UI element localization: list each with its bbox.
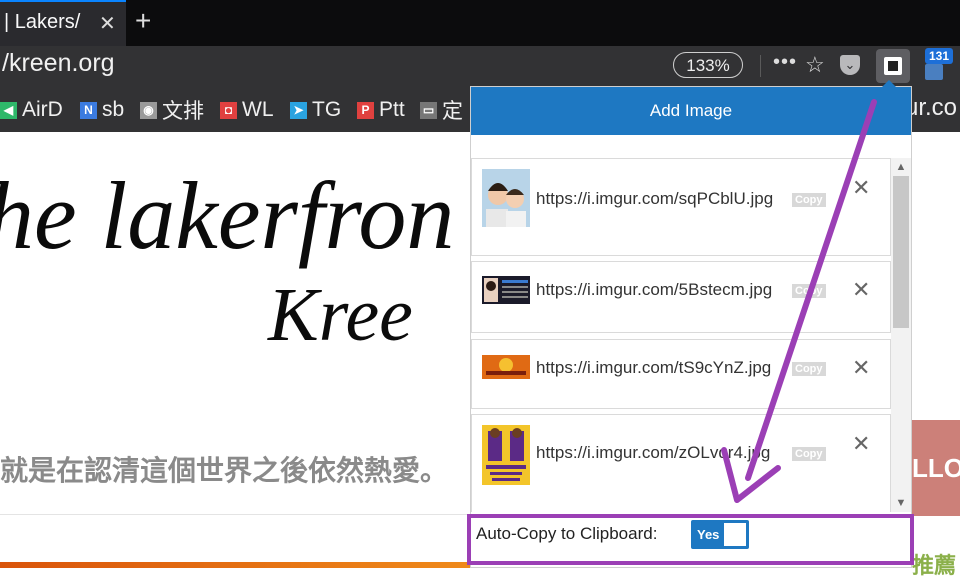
bookmark-label: Ptt [379,98,405,121]
image-extension-icon-inner [888,61,898,71]
url-bar[interactable]: /kreen.org [2,49,115,78]
scroll-up-icon[interactable]: ▲ [891,158,911,176]
extension-icon[interactable] [925,64,943,80]
auto-copy-toggle-label: Yes [697,527,720,542]
image-thumbnail [482,355,530,379]
bookmark-label: sb [102,98,125,121]
bookmark-item[interactable]: ➤ TG [290,96,341,124]
follow-text: LLOW [912,453,960,483]
follow-button[interactable]: LLOW [912,420,960,516]
scroll-down-icon[interactable]: ▼ [891,494,911,512]
extension-badge: 131 [925,48,953,64]
image-url[interactable]: https://i.imgur.com/5Bstecm.jpg [536,280,772,300]
image-url[interactable]: https://i.imgur.com/sqPCblU.jpg [536,189,773,209]
tab-close-icon[interactable]: ✕ [99,11,116,36]
image-list: https://i.imgur.com/sqPCblU.jpg Copy ✕ h… [471,158,891,512]
bookmark-item[interactable]: ◀ AirD [0,96,63,124]
image-list-item: https://i.imgur.com/tS9cYnZ.jpg Copy ✕ [471,339,891,409]
bookmark-label: TG [312,98,342,121]
page-actions-icon[interactable]: ••• [773,51,797,74]
bookmark-label: 文排 [162,100,204,123]
add-image-button[interactable]: Add Image [471,87,911,135]
remove-icon[interactable]: ✕ [852,277,870,303]
scrollbar-thumb[interactable] [893,176,909,328]
wl-icon: ◘ [220,101,237,119]
remove-icon[interactable]: ✕ [852,431,870,457]
bookmark-item[interactable]: ◉ 文排 [140,96,204,124]
toolbar-divider [760,55,761,77]
copy-button[interactable]: Copy [792,193,826,207]
image-list-item: https://i.imgur.com/5Bstecm.jpg Copy ✕ [471,261,891,333]
bookmark-star-icon[interactable]: ☆ [805,52,825,78]
image-thumbnail [482,169,530,227]
bookmark-item[interactable]: ◘ WL [220,96,274,124]
image-url[interactable]: https://i.imgur.com/zOLvqr4.jpg [536,443,770,463]
bookmark-overflow-text: ur.co [905,94,958,121]
auto-copy-label: Auto-Copy to Clipboard: [476,524,658,543]
n-icon: N [80,101,97,119]
site-heading-line2: Kree [268,273,413,357]
bookmark-item[interactable]: P Ptt [357,96,405,124]
site-heading-line1: he lakerfron [0,162,455,269]
auto-copy-toggle-knob [724,523,746,546]
page-orange-bar [0,562,470,568]
bookmark-label: AirD [22,98,63,121]
tab-title: | Lakers/ [4,11,81,33]
zoom-level-button[interactable]: 133% [673,52,743,78]
airdrop-icon: ◀ [0,101,17,119]
globe-icon: ◉ [140,101,157,119]
site-tagline: 就是在認清這個世界之後依然熱愛。 [0,455,449,486]
image-list-item: https://i.imgur.com/sqPCblU.jpg Copy ✕ [471,158,891,256]
bookmark-label: WL [242,98,274,121]
telegram-icon: ➤ [290,101,307,119]
image-url[interactable]: https://i.imgur.com/tS9cYnZ.jpg [536,358,771,378]
image-list-item: https://i.imgur.com/zOLvqr4.jpg Copy ✕ [471,414,891,512]
bookmark-item[interactable]: ▭ 定 [420,96,463,124]
remove-icon[interactable]: ✕ [852,355,870,381]
ptt-icon: P [357,101,374,119]
active-tab[interactable]: | Lakers/ ✕ [0,0,126,46]
copy-button[interactable]: Copy [792,362,826,376]
folder-icon: ▭ [420,101,437,119]
image-thumbnail [482,425,530,485]
bookmark-label: 定 [442,100,463,123]
remove-icon[interactable]: ✕ [852,175,870,201]
pocket-icon[interactable]: ⌄ [840,55,860,75]
new-tab-button[interactable]: + [135,5,151,37]
image-thumbnail [482,276,530,304]
copy-button[interactable]: Copy [792,284,826,298]
side-text: 推薦 [912,553,957,578]
page-divider [0,514,470,515]
copy-button[interactable]: Copy [792,447,826,461]
bookmark-item[interactable]: Nsb [80,96,124,124]
